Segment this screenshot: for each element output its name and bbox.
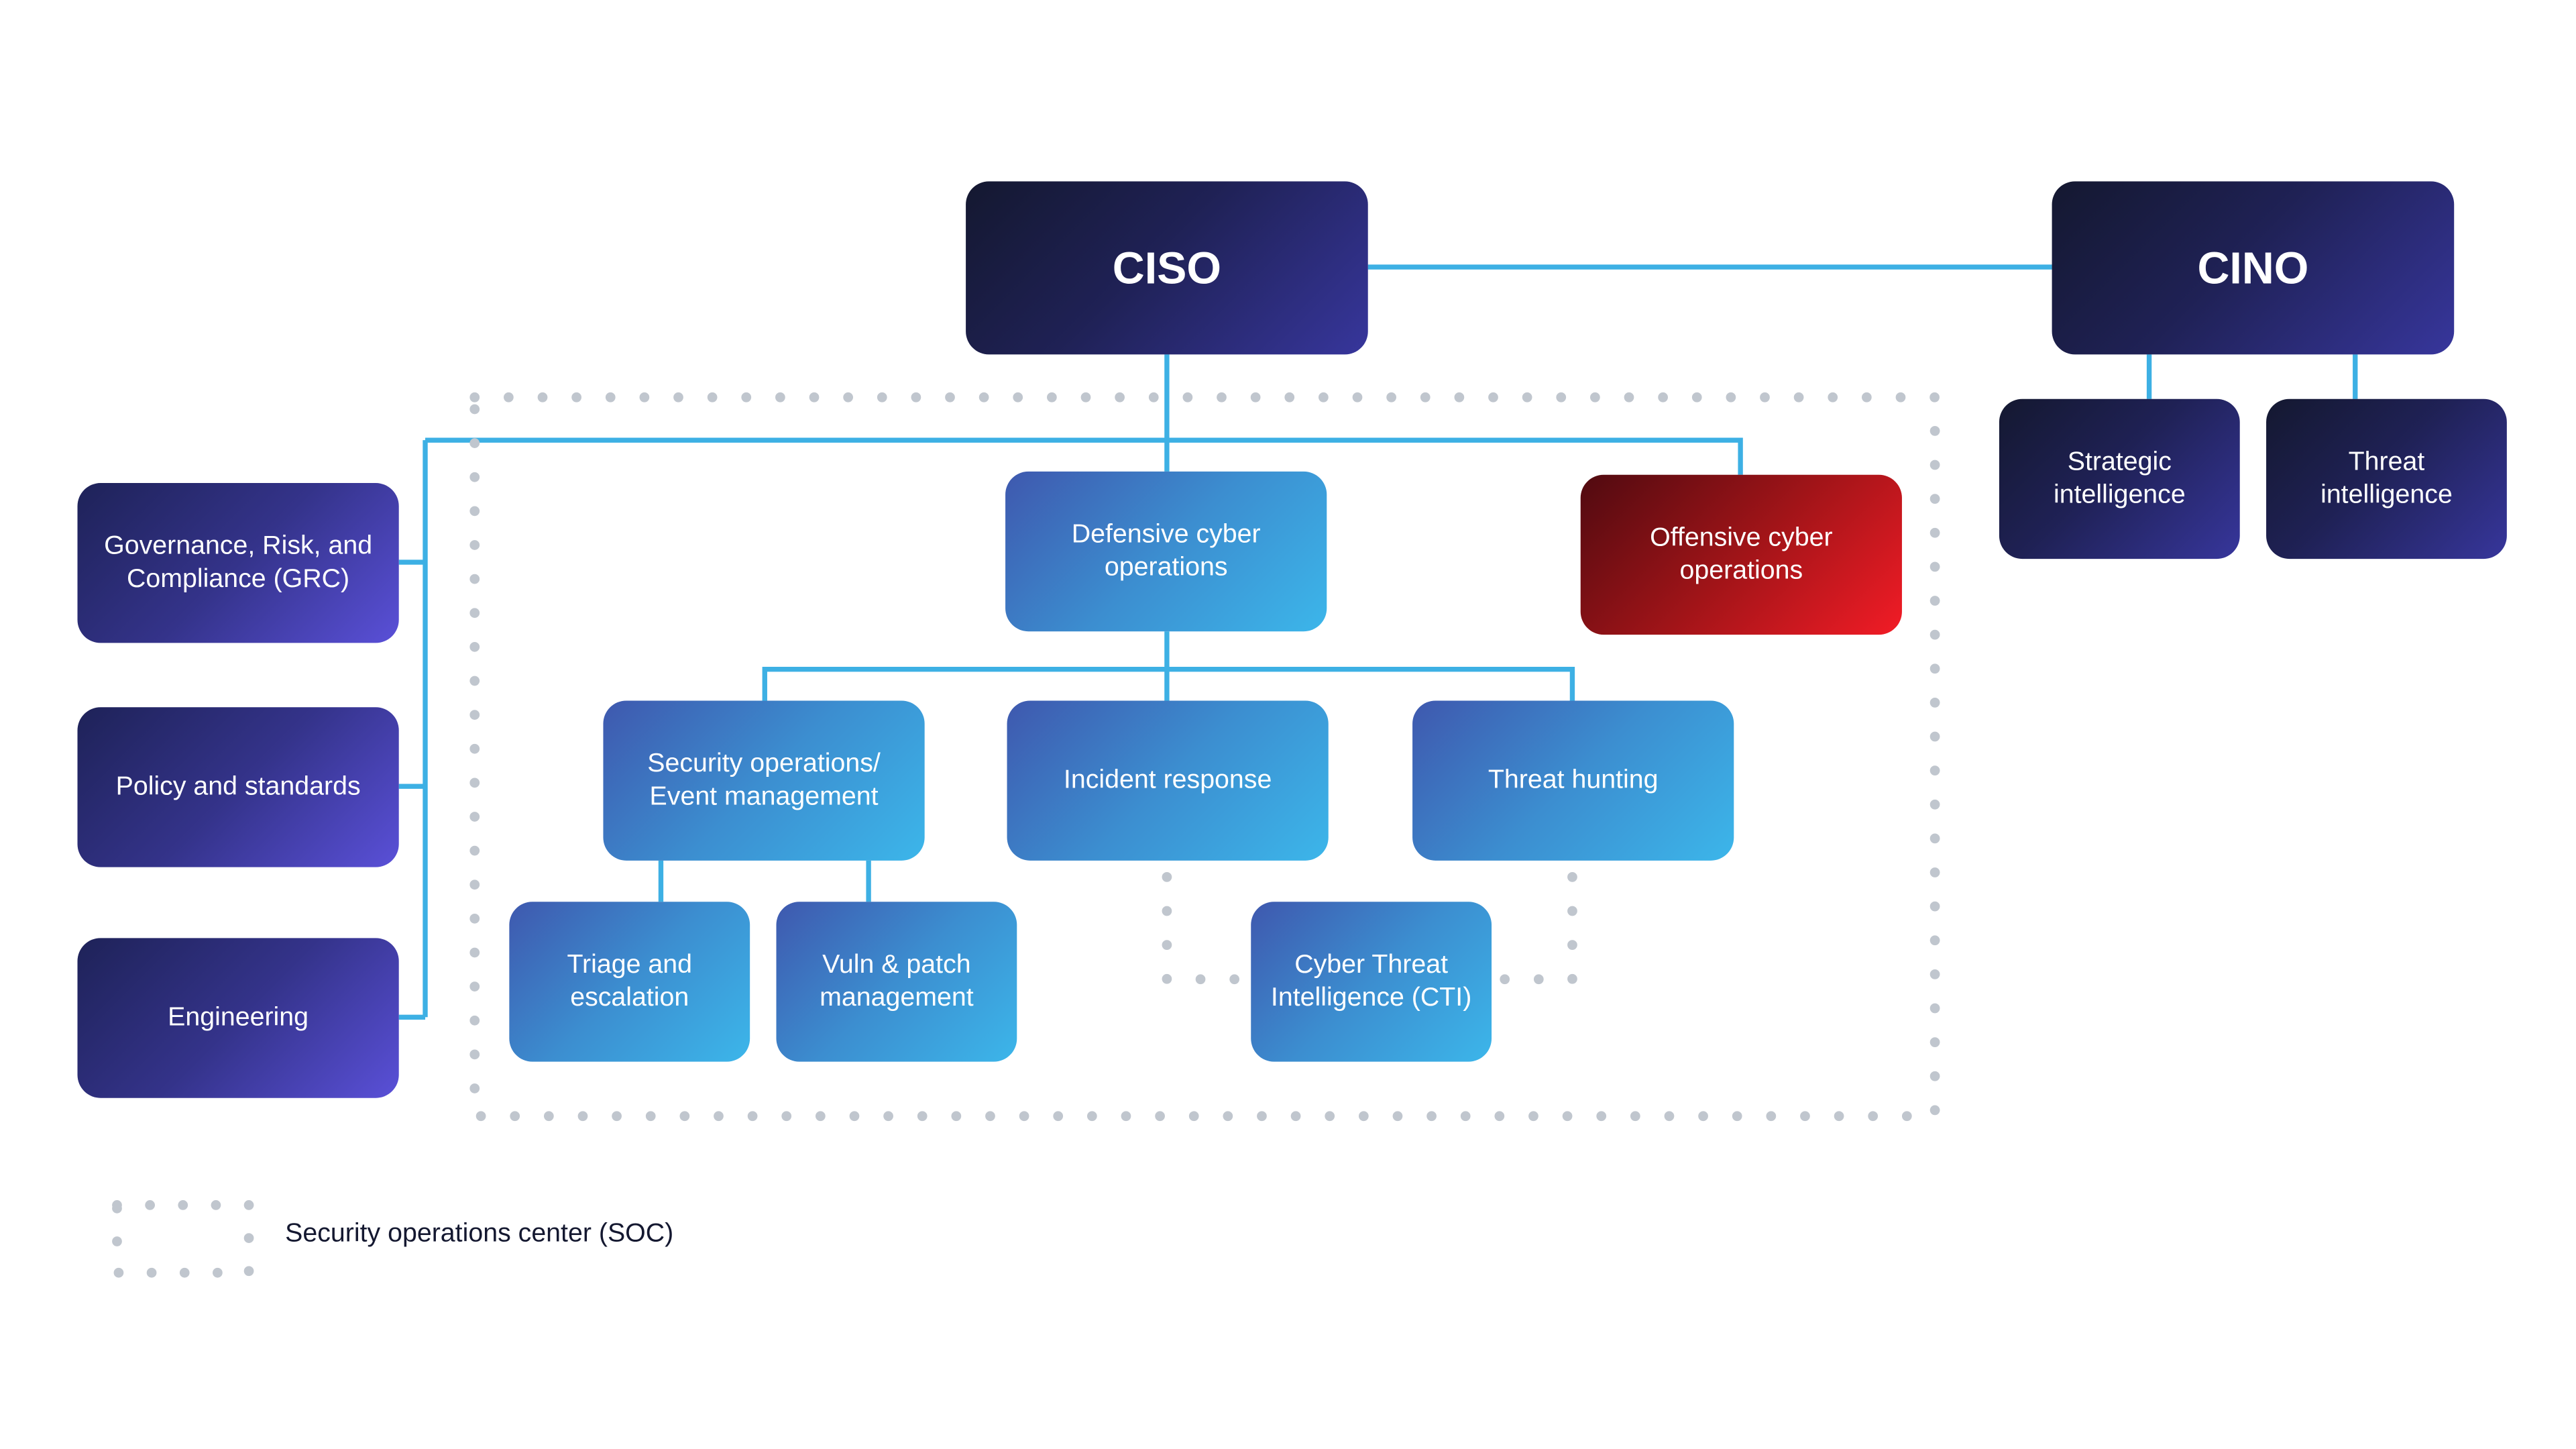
node-ciso: CISO (966, 181, 1368, 355)
node-threat-hunting: Threat hunting (1412, 700, 1734, 861)
left-branch-lines (398, 440, 428, 1020)
org-chart: CISO CINO Strategic intelligence Threat … (0, 0, 2576, 1449)
node-incident-response: Incident response (1007, 700, 1329, 861)
node-threat-intelligence: Threat intelligence (2266, 398, 2507, 559)
node-soc-sem: Security operations/ Event management (603, 700, 925, 861)
node-policy: Policy and standards (77, 707, 399, 867)
node-cino: CINO (2052, 181, 2455, 355)
legend-swatch (112, 1200, 254, 1278)
node-offensive: Offensive cyber operations (1580, 474, 1902, 635)
cino-children-lines (2146, 354, 2358, 399)
node-vuln-patch: Vuln & patch management (776, 902, 1017, 1062)
node-defensive: Defensive cyber operations (1005, 471, 1327, 632)
node-strategic-intelligence: Strategic intelligence (1999, 398, 2240, 559)
defensive-children-lines (762, 631, 1575, 701)
node-engineering: Engineering (77, 938, 399, 1098)
node-grc: Governance, Risk, and Compliance (GRC) (77, 483, 399, 643)
legend-label: Security operations center (SOC) (285, 1220, 674, 1248)
soc-children-lines (658, 860, 871, 902)
node-cti: Cyber Threat Intelligence (CTI) (1251, 902, 1492, 1062)
node-triage: Triage and escalation (509, 902, 750, 1062)
ciso-children-lines (425, 354, 1743, 475)
